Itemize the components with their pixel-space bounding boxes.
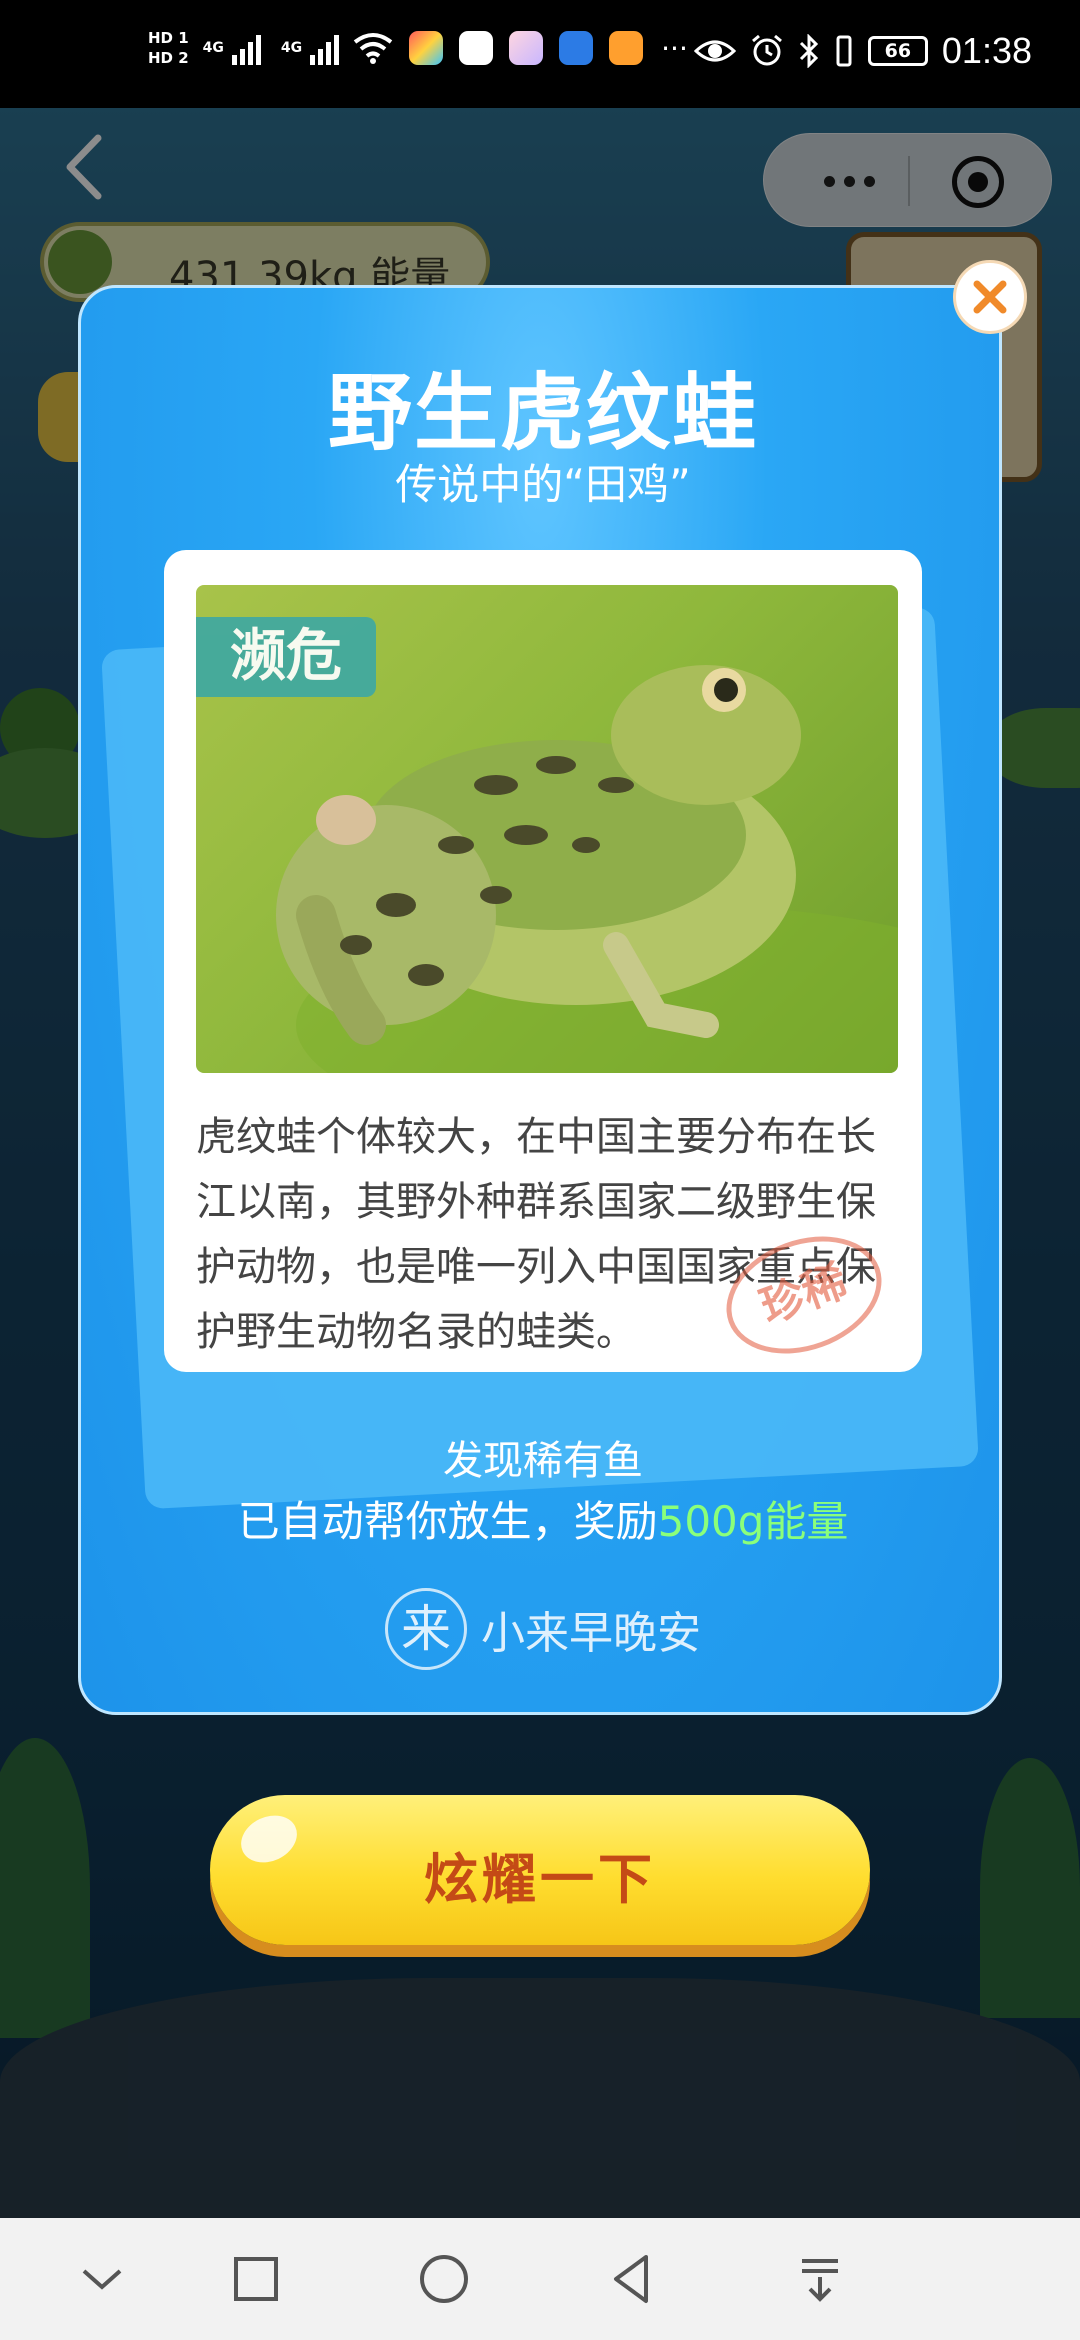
eye-icon [693,40,736,62]
sim1-label: HD 1 [148,29,189,47]
status-right: 66 01:38 [693,30,1032,72]
recent-apps-icon[interactable] [226,2249,286,2309]
modal-close-button[interactable] [953,260,1027,334]
species-card: 濒危 虎纹蛙个体较大，在中国主要分布在长江以南，其野外种群系国家二级野生保护动物… [164,550,922,1375]
reward-line: 已自动帮你放生，奖励500g能量 [81,1488,999,1549]
sim2-label: HD 2 [148,49,189,67]
chevron-down-icon[interactable] [72,2249,132,2309]
brand-name: 小来早晚安 [481,1608,701,1659]
back-icon[interactable] [602,2249,662,2309]
signal-icon [231,31,261,65]
app-notification-icon-5 [609,31,644,65]
status-bar: HD 1 HD 2 4G 4G ··· 66 01:38 [0,0,1080,108]
reward-prefix: 已自动帮你放生，奖励 [237,1497,658,1546]
wifi-icon [353,33,393,64]
sim-labels: HD 1 HD 2 [148,28,189,68]
close-icon [973,280,1007,314]
status-left: HD 1 HD 2 4G 4G ··· [148,28,688,68]
vibrate-icon [836,35,852,67]
share-button[interactable]: 炫耀一下 [210,1795,870,1945]
network-label: 4G [202,40,224,56]
brand-footer: 来 小来早晚安 [81,1588,999,1670]
species-title: 野生虎纹蛙 [327,364,758,462]
app-notification-icon-4 [559,31,594,65]
endangered-tag: 濒危 [196,617,376,697]
app-notification-icon-1 [409,31,444,65]
species-photo: 濒危 [196,585,898,1073]
species-modal: 野生虎纹蛙 传说中的“田鸡” 濒危 虎纹蛙个体较大，在中国主要分布在长江以南，其… [78,285,1002,1715]
home-icon[interactable] [414,2249,474,2309]
network-label-2: 4G [280,40,303,56]
species-subtitle: 传说中的“田鸡” [395,460,691,509]
notification-shade-icon[interactable] [790,2249,850,2309]
system-nav-bar [0,2218,1080,2340]
signal-icon-2 [310,31,340,65]
clock: 01:38 [941,30,1032,71]
reward-value: 500g能量 [657,1497,849,1546]
app-notification-icon-3 [509,31,544,65]
brand-logo: 来 [385,1588,467,1670]
share-button-label: 炫耀一下 [424,1848,656,1911]
more-notifications-icon: ··· [661,31,688,65]
baidu-notification-icon [459,31,494,65]
bluetooth-icon [799,34,819,68]
battery-indicator: 66 [867,36,928,66]
found-rare-text: 发现稀有鱼 [443,1438,643,1484]
alarm-icon [751,34,782,66]
